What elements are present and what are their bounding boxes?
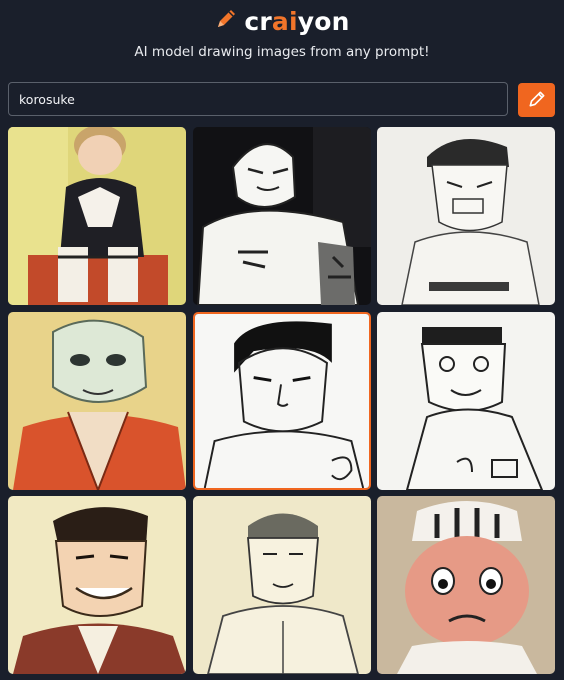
prompt-input[interactable] (8, 82, 508, 116)
result-image-1[interactable] (8, 127, 186, 305)
result-image-4[interactable] (8, 312, 186, 490)
pencil-logo-icon (214, 7, 238, 35)
pencil-icon (527, 89, 547, 112)
result-image-6[interactable] (377, 312, 555, 490)
result-image-7[interactable] (8, 496, 186, 674)
result-image-3[interactable] (377, 127, 555, 305)
result-image-5[interactable] (193, 312, 371, 490)
results-grid (8, 127, 556, 680)
brand-prefix: cr (244, 6, 272, 36)
app-header: craiyon (0, 0, 564, 40)
result-image-9[interactable] (377, 496, 555, 674)
brand-suffix: yon (297, 6, 350, 36)
result-image-8[interactable] (193, 496, 371, 674)
result-image-2[interactable] (193, 127, 371, 305)
search-row (8, 82, 556, 118)
brand-accent: ai (271, 6, 298, 36)
brand-logo[interactable]: craiyon (244, 7, 349, 36)
tagline: AI model drawing images from any prompt! (134, 44, 430, 60)
draw-button[interactable] (518, 83, 555, 117)
